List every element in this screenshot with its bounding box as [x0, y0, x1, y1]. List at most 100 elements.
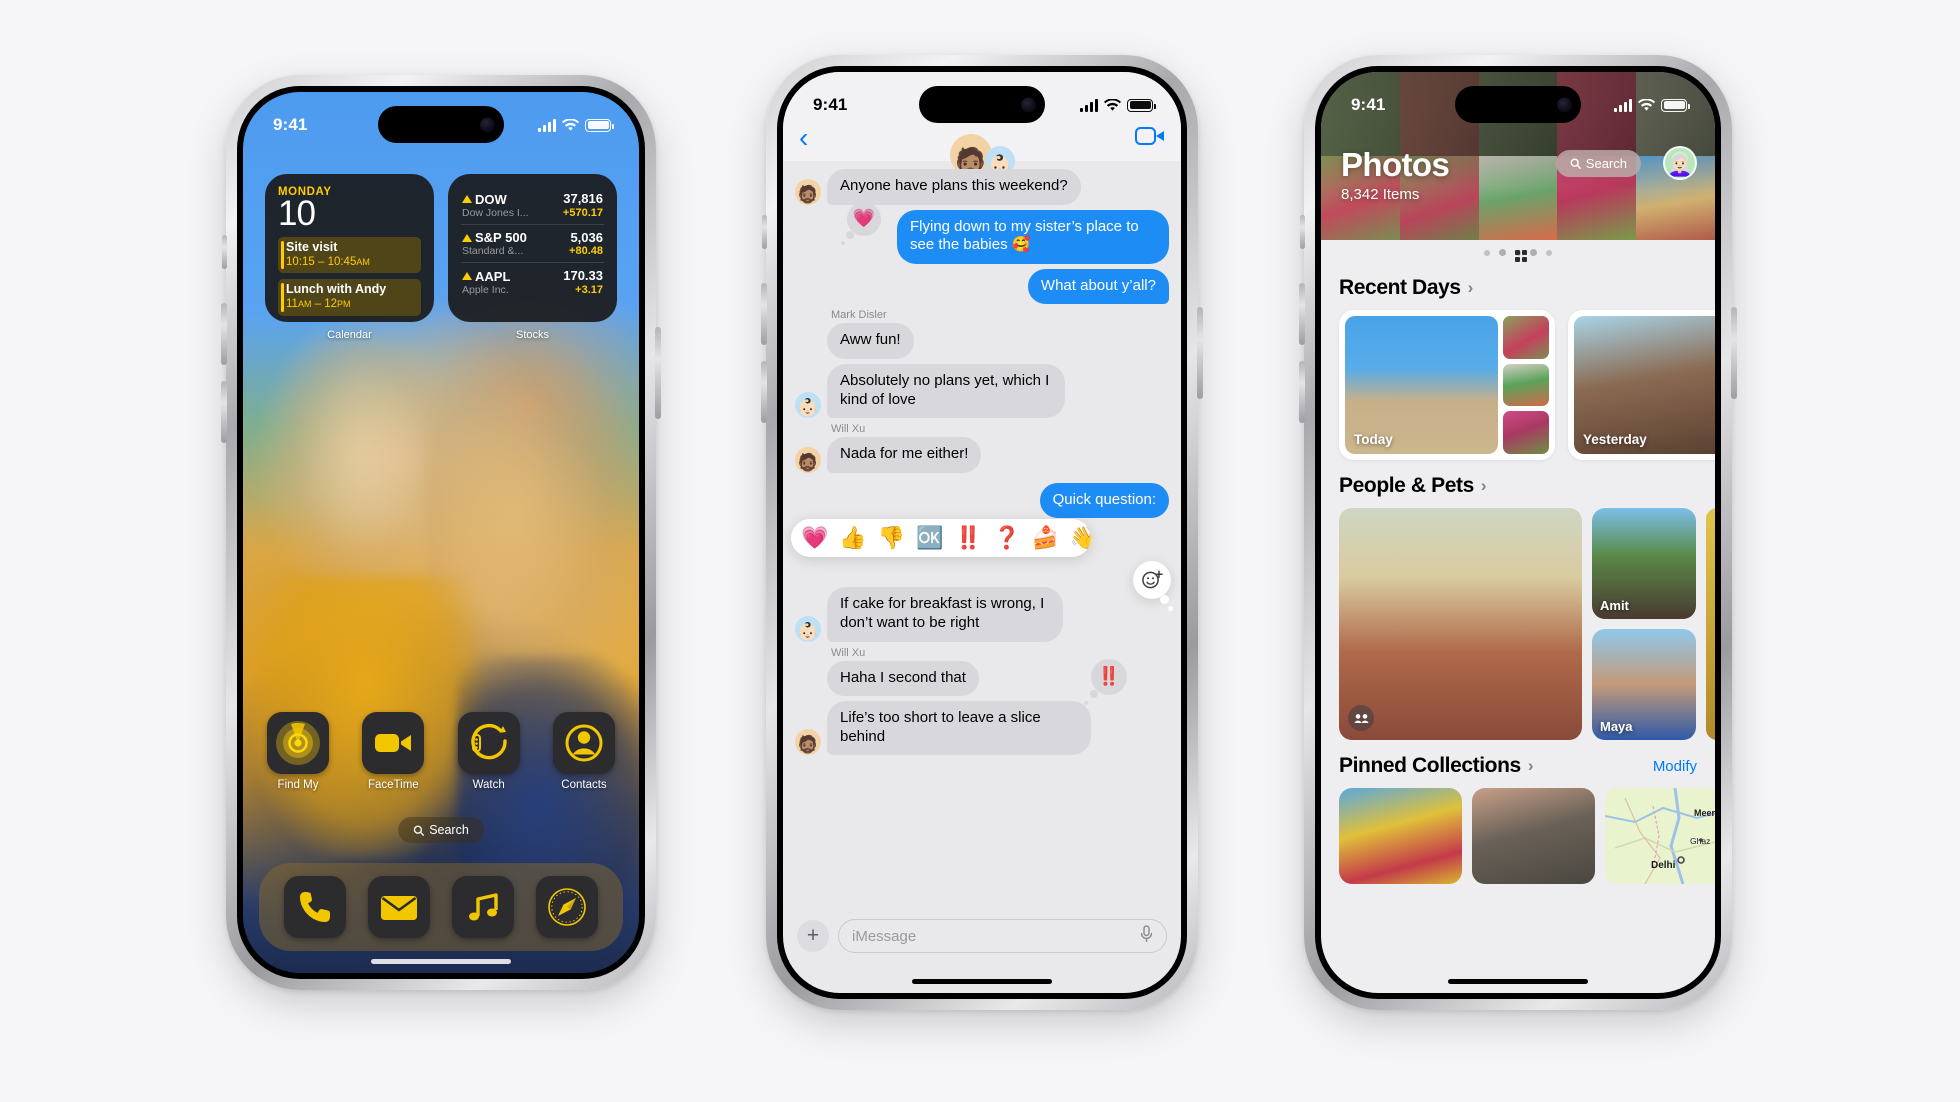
calendar-event[interactable]: Site visit 10:15 – 10:45AM: [278, 237, 421, 274]
pinned-collection-card[interactable]: [1339, 788, 1462, 884]
power-button[interactable]: [655, 327, 661, 419]
page-dot[interactable]: [1530, 249, 1537, 256]
stock-row[interactable]: AAPL 170.33 Apple Inc. +3.17: [461, 263, 604, 301]
home-indicator[interactable]: [1448, 979, 1588, 984]
message-bubble-incoming[interactable]: Anyone have plans this weekend?: [827, 169, 1081, 205]
chevron-right-icon: ›: [1467, 278, 1474, 297]
page-dot[interactable]: [1499, 249, 1506, 256]
stock-row-bottom: Standard &... +80.48: [462, 245, 603, 257]
reaction-exclamation[interactable]: ‼️: [1084, 658, 1127, 705]
volume-up-button[interactable]: [221, 303, 227, 365]
app-icon-contacts[interactable]: Contacts: [552, 712, 615, 791]
device-bezel: 9:41 ‹ 🧔🏽 👶🏻 🧔🏽 Anyone have plans this w…: [777, 66, 1187, 999]
pinned-collection-map-card[interactable]: Meerut Ghaz Delhi: [1605, 788, 1715, 884]
page-dot[interactable]: [1546, 249, 1552, 256]
recent-day-main-photo[interactable]: Yesterday: [1574, 316, 1715, 454]
calendar-widget[interactable]: MONDAY 10 Site visit 10:15 – 10:45AM Lun…: [265, 174, 434, 322]
section-header-people-pets[interactable]: People & Pets ›: [1321, 460, 1715, 508]
photos-app: 9:41 Photos 8,342 Items Search: [1321, 72, 1715, 993]
avatar[interactable]: 👩🏻‍🦳: [1663, 146, 1697, 180]
person-tile[interactable]: Amit: [1592, 508, 1696, 619]
people-pets-carousel[interactable]: Amit Maya: [1321, 508, 1715, 740]
message-list[interactable]: 🧔🏽 Anyone have plans this weekend? 💗 Fly…: [783, 161, 1181, 910]
recent-days-carousel[interactable]: Today Yesterday: [1321, 310, 1715, 460]
people-group-photo[interactable]: [1339, 508, 1582, 740]
page-indicator[interactable]: [1321, 240, 1715, 262]
section-header-pinned-collections[interactable]: Pinned Collections › Modify: [1321, 740, 1715, 788]
message-bubble-incoming[interactable]: If cake for breakfast is wrong, I don’t …: [827, 587, 1063, 642]
app-label: FaceTime: [367, 779, 419, 791]
thumbnail[interactable]: [1503, 316, 1549, 359]
volume-down-button[interactable]: [221, 381, 227, 443]
stock-value: 170.33: [563, 268, 603, 283]
mute-switch[interactable]: [762, 215, 767, 249]
volume-up-button[interactable]: [1299, 283, 1305, 345]
volume-up-button[interactable]: [761, 283, 767, 345]
person-tile-partial[interactable]: [1706, 508, 1715, 740]
microphone-icon[interactable]: [1140, 925, 1153, 947]
person-tile[interactable]: Maya: [1592, 629, 1696, 740]
stock-row[interactable]: S&P 500 5,036 Standard &... +80.48: [461, 225, 604, 263]
mute-switch[interactable]: [222, 235, 227, 269]
section-header-recent-days[interactable]: Recent Days ›: [1321, 262, 1715, 310]
grid-view-icon[interactable]: [1515, 249, 1527, 262]
imessage-input[interactable]: iMessage: [838, 919, 1167, 953]
stock-row[interactable]: DOW 37,816 Dow Jones I... +570.17: [461, 186, 604, 225]
reaction-heart[interactable]: 💗: [841, 201, 881, 245]
stock-value: 37,816: [563, 191, 603, 206]
message-bubble-outgoing[interactable]: Quick question:: [1039, 482, 1169, 519]
calendar-event[interactable]: Lunch with Andy 11AM – 12PM: [278, 279, 421, 316]
message-bubble-outgoing[interactable]: Flying down to my sister’s place to see …: [897, 209, 1169, 264]
message-bubble-incoming[interactable]: Absolutely no plans yet, which I kind of…: [827, 363, 1065, 419]
mute-switch[interactable]: [1300, 215, 1305, 249]
message-bubble-incoming[interactable]: Aww fun!: [827, 323, 914, 359]
tapback-option-heart[interactable]: 💗: [801, 525, 828, 551]
home-indicator[interactable]: [912, 979, 1052, 984]
volume-down-button[interactable]: [1299, 361, 1305, 423]
page-dot[interactable]: [1484, 249, 1490, 256]
tapback-picker[interactable]: 💗 👍 👎 🆗 ‼️ ❓ 🍰 👋: [791, 519, 1091, 558]
tapback-option-exclamation[interactable]: ‼️: [955, 525, 982, 551]
music-icon[interactable]: [452, 876, 514, 938]
safari-icon[interactable]: [536, 876, 598, 938]
pinned-collections-carousel[interactable]: Meerut Ghaz Delhi: [1321, 788, 1715, 884]
avatar: 👶🏻: [795, 392, 821, 419]
tapback-option-thumbs-down[interactable]: 👎: [878, 525, 905, 551]
tapback-option-haha[interactable]: 🆗: [916, 525, 943, 551]
contacts-icon: [552, 712, 615, 774]
tapback-option-thumbs-up[interactable]: 👍: [839, 525, 866, 551]
app-icon-find-my[interactable]: Find My: [267, 712, 329, 791]
message-bubble-incoming[interactable]: Haha I second that: [827, 660, 979, 697]
tapback-option-question[interactable]: ❓: [993, 525, 1020, 551]
power-button[interactable]: [1731, 307, 1737, 399]
tapback-option-wave[interactable]: 👋: [1070, 525, 1091, 551]
avatar-spacer: [795, 333, 821, 359]
thumbnail[interactable]: [1503, 363, 1549, 407]
app-icon-watch[interactable]: Watch: [457, 712, 520, 791]
app-label: Watch: [472, 779, 505, 791]
home-search-button[interactable]: Search: [398, 817, 484, 843]
plus-icon[interactable]: +: [797, 920, 829, 952]
message-bubble-incoming[interactable]: Life’s too short to leave a slice behind: [827, 701, 1091, 756]
recent-day-card[interactable]: Today: [1339, 310, 1555, 460]
stock-symbol: DOW: [475, 191, 507, 207]
power-button[interactable]: [1197, 307, 1203, 399]
message-row: What about y’all?: [795, 268, 1169, 305]
stocks-widget[interactable]: DOW 37,816 Dow Jones I... +570.17 S&P 50…: [448, 174, 617, 322]
search-button[interactable]: Search: [1555, 150, 1641, 177]
modify-button[interactable]: Modify: [1653, 758, 1697, 775]
message-bubble-incoming[interactable]: Nada for me either!: [827, 437, 982, 473]
status-indicators: [538, 118, 614, 132]
message-bubble-outgoing[interactable]: What about y’all?: [1027, 268, 1169, 305]
home-indicator[interactable]: [371, 959, 511, 964]
thumbnail[interactable]: [1503, 411, 1549, 454]
volume-down-button[interactable]: [761, 361, 767, 423]
tapback-option-cake[interactable]: 🍰: [1031, 525, 1058, 551]
pinned-collection-card[interactable]: [1472, 788, 1595, 884]
message-row: 👶🏻 Absolutely no plans yet, which I kind…: [795, 363, 1169, 419]
phone-icon[interactable]: [284, 876, 346, 938]
recent-day-main-photo[interactable]: Today: [1345, 316, 1498, 454]
app-icon-facetime[interactable]: FaceTime: [362, 712, 425, 791]
mail-icon[interactable]: [368, 876, 430, 938]
recent-day-card[interactable]: Yesterday: [1568, 310, 1715, 460]
